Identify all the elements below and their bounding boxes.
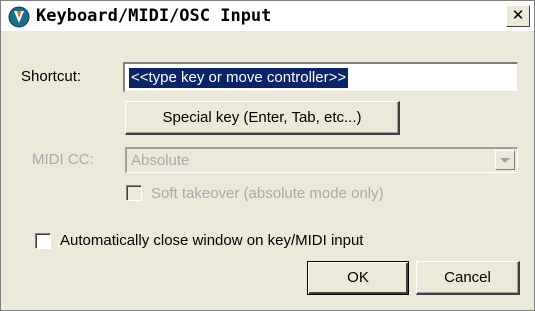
auto-close-checkbox[interactable] [35,233,51,249]
midi-cc-label: MIDI CC: [32,151,94,168]
window-title: Keyboard/MIDI/OSC Input [36,6,272,26]
shortcut-label: Shortcut: [21,68,82,85]
reaper-logo-icon [8,6,30,28]
keyboard-midi-osc-input-dialog: Keyboard/MIDI/OSC Input ✕ Shortcut: <<ty… [0,0,535,311]
soft-takeover-label: Soft takeover (absolute mode only) [151,185,384,202]
ok-button[interactable]: OK [307,261,409,295]
cancel-button-label: Cancel [444,269,491,286]
shortcut-input-value: <<type key or move controller>> [129,68,349,88]
cancel-button[interactable]: Cancel [416,261,520,295]
midi-cc-selected-value: Absolute [131,152,190,169]
auto-close-label: Automatically close window on key/MIDI i… [60,232,364,249]
special-key-button-label: Special key (Enter, Tab, etc...) [162,109,362,126]
chevron-down-icon[interactable] [495,150,515,170]
close-button[interactable]: ✕ [506,5,530,27]
ok-button-label: OK [347,269,369,286]
special-key-button[interactable]: Special key (Enter, Tab, etc...) [125,101,400,135]
title-bar[interactable]: Keyboard/MIDI/OSC Input ✕ [1,1,534,31]
soft-takeover-checkbox[interactable] [126,185,142,201]
midi-cc-select[interactable]: Absolute [125,147,518,173]
shortcut-input[interactable]: <<type key or move controller>> [123,62,518,92]
close-icon: ✕ [511,6,525,24]
